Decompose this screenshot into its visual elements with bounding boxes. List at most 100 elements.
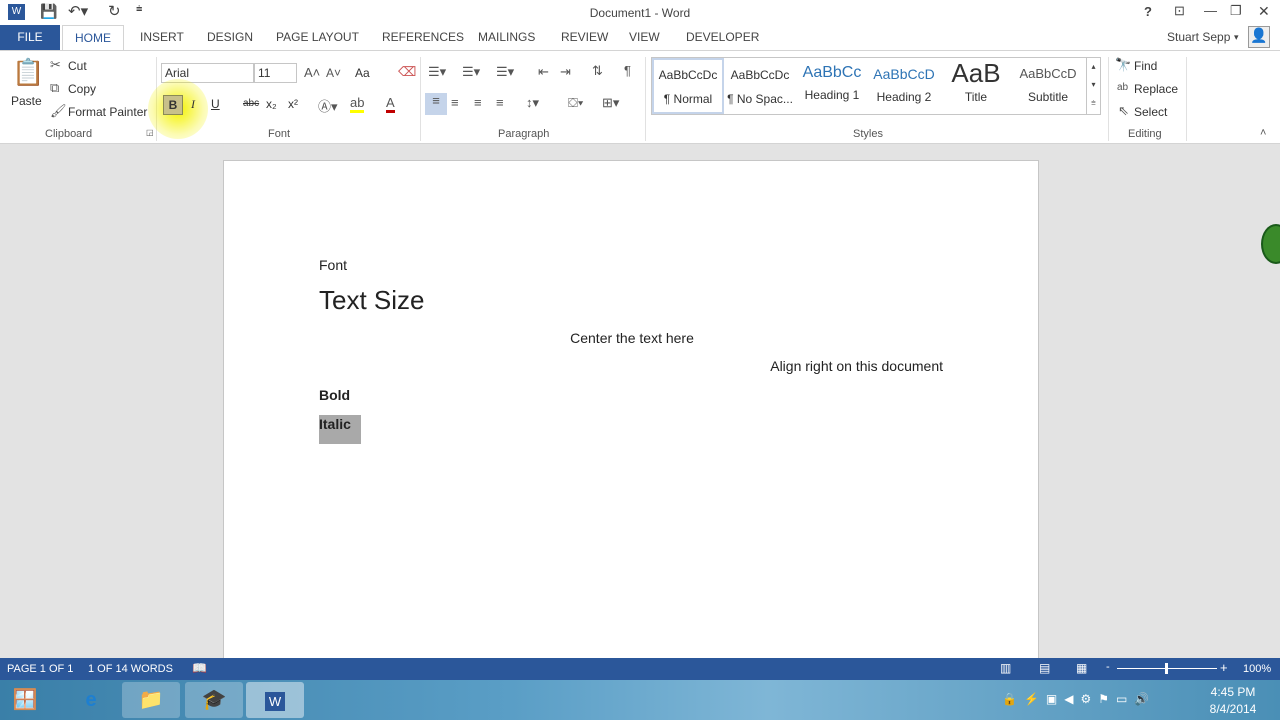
- italic-button[interactable]: I: [191, 97, 195, 112]
- start-button[interactable]: 🪟: [0, 682, 50, 718]
- font-color-icon[interactable]: A: [386, 95, 395, 113]
- numbering-icon[interactable]: ☰▾: [462, 64, 480, 80]
- chevron-down-icon[interactable]: ▾: [1234, 32, 1239, 43]
- zoom-in-button[interactable]: +: [1220, 660, 1228, 675]
- text-effects-icon[interactable]: Ⓐ▾: [318, 96, 338, 115]
- find-button[interactable]: Find: [1134, 59, 1157, 73]
- replace-icon: ab: [1117, 82, 1129, 93]
- redo-icon[interactable]: ↻: [108, 2, 121, 20]
- cut-button[interactable]: Cut: [68, 59, 87, 73]
- find-icon: 🔭: [1115, 57, 1132, 72]
- app-icon[interactable]: 🎓: [185, 682, 243, 718]
- ie-icon[interactable]: e: [62, 682, 120, 718]
- word-taskbar-icon[interactable]: W: [246, 682, 304, 718]
- taskbar: 🪟 e 📁 🎓 W 🔒⚡▣◀⚙⚑▭🔊 4:45 PM 8/4/2014: [0, 680, 1280, 720]
- sort-icon[interactable]: ⇅: [592, 63, 603, 79]
- doc-line-italic-selected[interactable]: Italic: [319, 415, 361, 444]
- clear-formatting-icon[interactable]: ⌫: [398, 64, 416, 80]
- close-button[interactable]: ✕: [1258, 3, 1270, 20]
- superscript-button[interactable]: x²: [288, 97, 298, 111]
- tab-review[interactable]: REVIEW: [561, 30, 608, 44]
- paragraph-group-label: Paragraph: [498, 128, 550, 140]
- justify-icon[interactable]: ≡: [496, 95, 504, 110]
- format-painter-button[interactable]: Format Painter: [68, 105, 147, 119]
- tab-view[interactable]: VIEW: [629, 30, 660, 44]
- shading-icon[interactable]: ⛋▾: [568, 95, 583, 111]
- page-count[interactable]: PAGE 1 OF 1: [7, 663, 73, 675]
- line-spacing-icon[interactable]: ↕▾: [526, 95, 539, 111]
- clock-time[interactable]: 4:45 PM: [1205, 685, 1261, 699]
- bold-button[interactable]: B: [163, 95, 183, 115]
- styles-gallery: AaBbCcDc ¶ Normal AaBbCcDc ¶ No Spac... Aa…: [651, 57, 1101, 115]
- bullets-icon[interactable]: ☰▾: [428, 64, 446, 80]
- multilevel-list-icon[interactable]: ☰▾: [496, 64, 514, 80]
- decrease-indent-icon[interactable]: ⇤: [538, 64, 549, 80]
- dialog-launcher-icon[interactable]: ◲: [146, 128, 154, 137]
- collapse-ribbon-icon[interactable]: ˄: [1260, 127, 1266, 139]
- word-count[interactable]: 1 OF 14 WORDS: [88, 663, 173, 675]
- tab-references[interactable]: REFERENCES: [382, 30, 464, 44]
- help-button[interactable]: ?: [1144, 4, 1152, 19]
- style-heading-2[interactable]: AaBbCcD Heading 2: [868, 58, 940, 114]
- styles-scrollbar[interactable]: ▴ ▾ ⩧: [1086, 58, 1100, 114]
- doc-line-text-size[interactable]: Text Size: [319, 285, 425, 316]
- tab-page-layout[interactable]: PAGE LAYOUT: [276, 30, 359, 44]
- tab-home[interactable]: HOME: [62, 25, 124, 51]
- undo-icon[interactable]: ↶▾: [68, 2, 88, 20]
- paste-button[interactable]: Paste: [11, 94, 42, 108]
- borders-icon[interactable]: ⊞▾: [602, 95, 619, 111]
- select-button[interactable]: Select: [1134, 105, 1167, 119]
- style-normal[interactable]: AaBbCcDc ¶ Normal: [652, 58, 724, 114]
- center-icon[interactable]: ≡: [451, 95, 459, 110]
- save-icon[interactable]: 💾: [40, 3, 57, 20]
- zoom-level[interactable]: 100%: [1243, 663, 1271, 675]
- user-name[interactable]: Stuart Sepp: [1167, 30, 1230, 44]
- strikethrough-button[interactable]: abc: [243, 98, 259, 109]
- subscript-button[interactable]: x₂: [266, 97, 277, 111]
- avatar[interactable]: 👤: [1248, 26, 1270, 48]
- grow-font-icon[interactable]: A˄: [304, 65, 320, 80]
- tab-developer[interactable]: DEVELOPER: [686, 30, 759, 44]
- copy-button[interactable]: Copy: [68, 82, 96, 96]
- clipboard-group-label: Clipboard: [45, 128, 93, 140]
- maximize-button[interactable]: ❐: [1230, 3, 1242, 19]
- tab-insert[interactable]: INSERT: [140, 30, 184, 44]
- tab-mailings[interactable]: MAILINGS: [478, 30, 535, 44]
- increase-indent-icon[interactable]: ⇥: [560, 64, 571, 80]
- highlight-icon[interactable]: ab: [350, 95, 365, 113]
- style-subtitle[interactable]: AaBbCcD Subtitle: [1012, 58, 1084, 114]
- style-title[interactable]: AaB Title: [940, 58, 1012, 114]
- align-right-icon[interactable]: ≡: [474, 95, 482, 110]
- tab-file[interactable]: FILE: [0, 25, 60, 50]
- tab-design[interactable]: DESIGN: [207, 30, 253, 44]
- replace-button[interactable]: Replace: [1134, 82, 1178, 96]
- shrink-font-icon[interactable]: A˅: [326, 66, 341, 80]
- style-heading-1[interactable]: AaBbCc Heading 1: [796, 58, 868, 114]
- font-size-combo[interactable]: 11: [254, 63, 297, 83]
- explorer-icon[interactable]: 📁: [122, 682, 180, 718]
- doc-line-bold[interactable]: Bold: [319, 387, 350, 403]
- document-page[interactable]: Font Text Size Center the text here Alig…: [223, 160, 1039, 660]
- print-layout-icon[interactable]: ▤: [1039, 661, 1050, 675]
- align-left-icon[interactable]: ≡: [425, 93, 447, 115]
- web-layout-icon[interactable]: ▦: [1076, 661, 1087, 675]
- paste-icon[interactable]: 📋: [12, 57, 44, 88]
- doc-line-font[interactable]: Font: [319, 257, 347, 273]
- minimize-button[interactable]: —: [1204, 3, 1217, 18]
- ribbon-display-button[interactable]: ⊡: [1174, 3, 1185, 19]
- doc-line-centered[interactable]: Center the text here: [224, 330, 1040, 346]
- proofing-icon[interactable]: 📖: [192, 661, 207, 675]
- underline-button[interactable]: U: [211, 97, 220, 111]
- system-tray-icons[interactable]: 🔒⚡▣◀⚙⚑▭🔊: [1002, 692, 1156, 706]
- clock-date[interactable]: 8/4/2014: [1205, 702, 1261, 716]
- read-mode-icon[interactable]: ▥: [1000, 661, 1011, 675]
- zoom-out-button[interactable]: -: [1106, 661, 1110, 673]
- customize-qat-icon[interactable]: ⩧: [136, 3, 142, 16]
- cut-icon: ✂: [50, 57, 61, 72]
- zoom-slider-thumb[interactable]: [1165, 663, 1168, 674]
- change-case-button[interactable]: Aa: [355, 66, 370, 80]
- style-no-spacing[interactable]: AaBbCcDc ¶ No Spac...: [724, 58, 796, 114]
- word-logo-icon: W: [8, 4, 25, 20]
- doc-line-right[interactable]: Align right on this document: [770, 358, 943, 374]
- show-formatting-icon[interactable]: ¶: [624, 63, 631, 78]
